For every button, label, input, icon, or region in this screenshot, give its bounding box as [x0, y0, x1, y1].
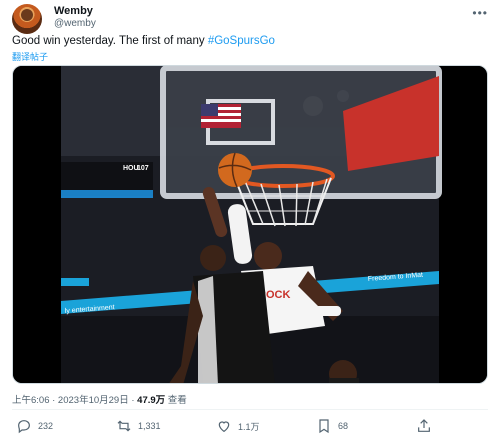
user-name[interactable]: Wemby — [54, 5, 93, 17]
reply-count: 232 — [38, 421, 54, 431]
divider — [12, 409, 488, 410]
bookmark-icon — [319, 419, 329, 434]
dunk-photo: HOU 107 Freedom to InMat ly entertainmen… — [13, 66, 487, 383]
reply-icon — [18, 420, 30, 434]
hashtag-link[interactable]: #GoSpursGo — [208, 35, 275, 47]
user-handle[interactable]: @wemby — [54, 18, 96, 29]
action-bar: 232 1,331 1.1万 68 — [12, 416, 488, 436]
bookmark-button[interactable]: 68 — [316, 416, 348, 436]
tweet-body: Good win yesterday. The first of many — [12, 35, 208, 47]
scoreboard-score: 107 — [137, 165, 149, 172]
bookmark-count: 68 — [338, 421, 349, 431]
tweet-text: Good win yesterday. The first of many #G… — [12, 35, 275, 47]
tweet-media-image[interactable]: HOU 107 Freedom to InMat ly entertainmen… — [12, 65, 488, 384]
tweet-header: Wemby @wemby ••• — [12, 4, 488, 34]
retweet-button[interactable]: 1,331 — [116, 416, 161, 436]
tweet-meta: 上午6:06 · 2023年10月29日 · 47.9万 查看 — [12, 392, 187, 406]
share-icon — [418, 419, 430, 432]
reply-button[interactable]: 232 — [16, 416, 53, 436]
translate-post-link[interactable]: 翻译帖子 — [12, 50, 48, 63]
like-button[interactable]: 1.1万 — [216, 416, 260, 436]
share-button[interactable] — [416, 416, 438, 436]
avatar[interactable] — [12, 4, 42, 34]
view-count: 47.9万 — [137, 395, 166, 406]
retweet-count: 1,331 — [138, 421, 161, 431]
like-count: 1.1万 — [238, 421, 260, 432]
retweet-icon — [117, 420, 131, 432]
more-options-icon[interactable]: ••• — [472, 6, 488, 20]
timestamp[interactable]: 上午6:06 · 2023年10月29日 · — [12, 395, 137, 406]
views-label: 查看 — [165, 395, 187, 406]
heart-icon — [218, 421, 230, 433]
